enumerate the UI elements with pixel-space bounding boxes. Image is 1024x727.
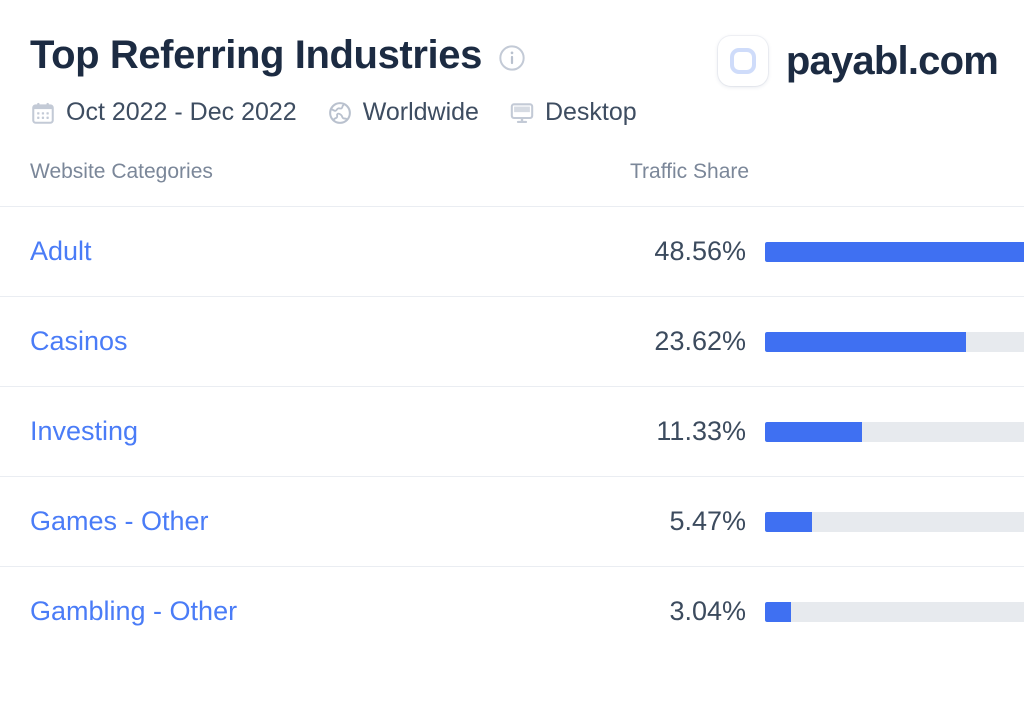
- table-row: Casinos 23.62%: [0, 296, 1024, 386]
- category-link[interactable]: Adult: [30, 236, 92, 266]
- payabl-favicon-icon: [717, 36, 768, 86]
- category-link[interactable]: Games - Other: [30, 506, 209, 536]
- meta-device: Desktop: [509, 98, 637, 127]
- table-body: Adult 48.56% Casinos 23.62% Investing 11.33% G…: [0, 206, 1024, 656]
- column-header-website-categories: Website Categories: [30, 160, 213, 183]
- table-row: Investing 11.33%: [0, 386, 1024, 476]
- traffic-share-bar-fill: [765, 421, 862, 442]
- category-link[interactable]: Investing: [30, 416, 138, 446]
- traffic-share-bar-track: [765, 511, 1024, 532]
- cell-traffic-share: 3.04%: [630, 596, 1024, 627]
- meta-country: Worldwide: [327, 98, 479, 127]
- desktop-monitor-icon: [510, 102, 534, 123]
- table-header-row: Website Categories Traffic Share: [0, 160, 1024, 206]
- traffic-share-value: 5.47%: [669, 506, 746, 536]
- traffic-share-bar-track: [765, 331, 1024, 352]
- cell-traffic-share: 11.33%: [630, 416, 1024, 447]
- traffic-share-bar-fill: [765, 241, 1024, 262]
- cell-traffic-share: 23.62%: [630, 326, 1024, 357]
- category-link[interactable]: Casinos: [30, 326, 128, 356]
- brand-block: payabl.com: [717, 36, 999, 86]
- category-link[interactable]: Gambling - Other: [30, 596, 237, 626]
- traffic-share-value: 48.56%: [654, 236, 746, 266]
- brand-domain-name: payabl.com: [785, 39, 999, 83]
- cell-category: Casinos: [30, 326, 630, 357]
- traffic-share-bar-track: [765, 421, 1024, 442]
- globe-icon: [328, 101, 351, 124]
- page-title: Top Referring Industries: [30, 33, 482, 77]
- table-row: Adult 48.56%: [0, 206, 1024, 296]
- traffic-share-value: 11.33%: [656, 416, 746, 446]
- traffic-share-value: 23.62%: [654, 326, 746, 356]
- traffic-share-bar-fill: [765, 331, 967, 352]
- meta-country-label: Worldwide: [362, 98, 479, 126]
- cell-category: Gambling - Other: [30, 596, 630, 627]
- meta-date-range: Oct 2022 - Dec 2022: [30, 98, 297, 127]
- cell-category: Adult: [30, 236, 630, 267]
- traffic-share-bar-fill: [765, 601, 791, 622]
- industries-table: Website Categories Traffic Share Adult 48…: [0, 160, 1024, 656]
- widget-header: Top Referring Industries payabl.com Oct …: [0, 0, 1024, 160]
- cell-traffic-share: 5.47%: [630, 506, 1024, 537]
- traffic-share-bar-fill: [765, 511, 812, 532]
- cell-traffic-share: 48.56%: [630, 236, 1024, 267]
- cell-category: Investing: [30, 416, 630, 447]
- meta-device-label: Desktop: [544, 98, 637, 126]
- info-circle-icon[interactable]: [498, 44, 526, 72]
- traffic-share-bar-track: [765, 241, 1024, 262]
- traffic-share-value: 3.04%: [669, 596, 746, 626]
- cell-category: Games - Other: [30, 506, 630, 537]
- top-referring-industries-widget: Top Referring Industries payabl.com Oct …: [0, 0, 1024, 727]
- column-header-traffic-share: Traffic Share: [630, 160, 750, 183]
- meta-date-range-label: Oct 2022 - Dec 2022: [66, 98, 297, 126]
- table-row: Gambling - Other 3.04%: [0, 566, 1024, 656]
- meta-row: Oct 2022 - Dec 2022 Worldwide Desktop: [30, 98, 1024, 127]
- table-row: Games - Other 5.47%: [0, 476, 1024, 566]
- calendar-icon: [32, 102, 54, 124]
- traffic-share-bar-track: [765, 601, 1024, 622]
